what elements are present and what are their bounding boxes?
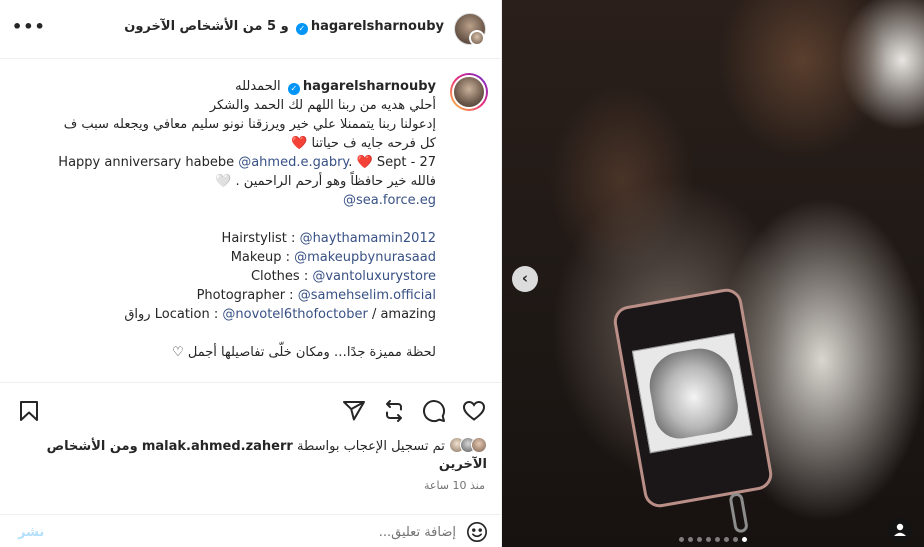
- mention-link[interactable]: @samehselim.official: [298, 288, 436, 303]
- carousel-dot: [679, 537, 684, 542]
- like-heart-icon[interactable]: [462, 399, 486, 423]
- post-details-panel: ••• hagarelsharnouby✓ و 5 من الأشخاص الآ…: [0, 0, 502, 547]
- mention-link[interactable]: @ahmed.e.gabry: [238, 155, 348, 170]
- carousel-dot: [706, 537, 711, 542]
- liker-username[interactable]: malak.ahmed.zaherr: [142, 439, 293, 454]
- comment-box: نشر: [0, 514, 502, 547]
- comment-input[interactable]: [116, 521, 456, 543]
- post-header: ••• hagarelsharnouby✓ و 5 من الأشخاص الآ…: [0, 0, 502, 59]
- carousel-dot: [733, 537, 738, 542]
- liker-avatar[interactable]: [471, 437, 487, 453]
- carousel-dots: [502, 537, 924, 542]
- location-ar: رواق: [124, 307, 151, 322]
- caption-area: hagarelsharnouby✓ الحمدلله أحلي هديه من …: [0, 59, 502, 382]
- carousel-dot: [742, 537, 747, 542]
- post-comment-button[interactable]: نشر: [18, 525, 44, 540]
- credit-suffix: / amazing: [371, 307, 436, 322]
- carousel-dot: [724, 537, 729, 542]
- caption-line: أحلي هديه من ربنا اللهم لك الحمد والشكر: [209, 98, 436, 113]
- caption-closing: لحظة مميزة جدًا… ومكان خلّى تفاصيلها أجم…: [187, 345, 436, 360]
- carousel-dot: [697, 537, 702, 542]
- credit-label: Photographer :: [196, 288, 294, 303]
- caption-username[interactable]: hagarelsharnouby: [303, 79, 436, 94]
- comment-icon[interactable]: [422, 399, 446, 423]
- header-others-link[interactable]: و 5 من الأشخاص الآخرون: [124, 19, 288, 34]
- collaborator-avatar[interactable]: [469, 30, 485, 46]
- post-photo[interactable]: ‹: [502, 0, 924, 547]
- anniversary-date: 27 - Sept: [376, 155, 436, 170]
- carousel-dot: [688, 537, 693, 542]
- credit-label: Hairstylist :: [221, 231, 296, 246]
- header-title: hagarelsharnouby✓ و 5 من الأشخاص الآخرون: [124, 19, 444, 35]
- carousel-dot: [715, 537, 720, 542]
- header-username[interactable]: hagarelsharnouby: [311, 19, 444, 34]
- likes-summary: تم تسجيل الإعجاب بواسطة malak.ahmed.zahe…: [27, 437, 487, 474]
- credit-label: Clothes :: [250, 269, 309, 284]
- post-timestamp[interactable]: منذ 10 ساعة: [424, 479, 485, 492]
- anniversary-text: Happy anniversary habebe: [58, 155, 235, 170]
- heart-outline-emoji: ♡: [172, 345, 184, 360]
- verified-icon: ✓: [287, 83, 300, 95]
- emoji-icon[interactable]: [466, 521, 488, 543]
- phone-with-sonogram: [611, 286, 775, 534]
- mention-link[interactable]: @makeupbynurasaad: [294, 250, 436, 265]
- action-bar: [0, 382, 502, 438]
- caption-text: hagarelsharnouby✓ الحمدلله أحلي هديه من …: [26, 77, 436, 362]
- repost-icon[interactable]: [382, 399, 406, 423]
- mention-link[interactable]: @novotel6thofoctober: [222, 307, 367, 322]
- anniversary-end: .: [348, 155, 353, 170]
- mention-link[interactable]: @sea.force.eg: [343, 193, 436, 208]
- caption-prayer: فالله خير حافظاً وهو أرحم الراحمين . 🤍: [215, 174, 436, 189]
- credit-label: Location :: [154, 307, 219, 322]
- credit-label: Makeup :: [230, 250, 290, 265]
- verified-icon: ✓: [295, 23, 308, 35]
- heart-emoji: ❤️: [356, 155, 373, 170]
- caption-line: إدعولنا ربنا يتممنلا علي خير ويرزقنا نون…: [63, 117, 436, 132]
- more-options-button[interactable]: •••: [12, 17, 46, 36]
- caption-avatar[interactable]: [450, 73, 488, 111]
- previous-photo-button[interactable]: ‹: [512, 266, 538, 292]
- heart-emoji: ❤️: [291, 136, 308, 151]
- likes-prefix: تم تسجيل الإعجاب بواسطة: [296, 439, 445, 454]
- caption-line: الحمدلله: [235, 79, 281, 94]
- mention-link[interactable]: @haythamamin2012: [300, 231, 436, 246]
- share-icon[interactable]: [342, 399, 366, 423]
- mention-link[interactable]: @vantoluxurystore: [312, 269, 436, 284]
- save-bookmark-icon[interactable]: [17, 399, 41, 423]
- caption-line: كل فرحه جايه ف حياتنا: [311, 136, 436, 151]
